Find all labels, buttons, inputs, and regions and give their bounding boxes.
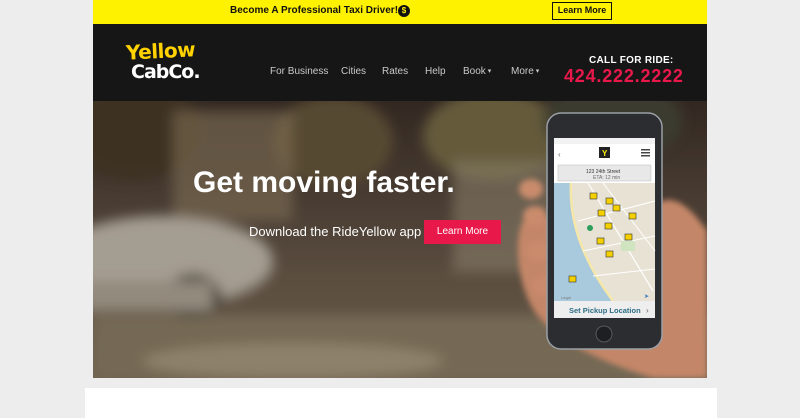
promo-text: Become A Professional Taxi Driver! [230, 5, 399, 16]
hero-banner: Y ‹ Legal ➤ › 123 24th Street ETA: 12 mi… [93, 101, 707, 378]
page: Become A Professional Taxi Driver! $ Lea… [93, 0, 707, 378]
content-card [85, 388, 717, 418]
svg-text:Legal: Legal [561, 295, 571, 300]
app-eta-label: ETA: 12 min [593, 175, 621, 181]
chevron-down-icon: ▾ [487, 68, 492, 75]
nav-help[interactable]: Help [425, 66, 446, 77]
nav-book[interactable]: Book ▾ [463, 66, 491, 77]
nav-rates[interactable]: Rates [382, 66, 408, 77]
hero-background-image: Y ‹ Legal ➤ › [93, 101, 707, 378]
app-set-pickup-label: Set Pickup Location [569, 306, 641, 315]
nav-cities[interactable]: Cities [341, 66, 366, 77]
svg-text:Y: Y [602, 149, 608, 158]
svg-text:›: › [646, 306, 649, 315]
nav-more[interactable]: More ▾ [511, 66, 539, 77]
svg-text:‹: ‹ [558, 150, 561, 159]
promo-learn-more-button[interactable]: Learn More [552, 2, 612, 20]
site-header: Yellow CabCo. For Business Cities Rates … [93, 24, 707, 101]
svg-text:➤: ➤ [644, 294, 649, 300]
dollar-icon: $ [398, 5, 410, 17]
call-for-ride-label: CALL FOR RIDE: [589, 55, 674, 66]
hero-learn-more-button[interactable]: Learn More [424, 220, 501, 244]
phone-number-link[interactable]: 424.222.2222 [564, 66, 684, 87]
chevron-down-icon: ▾ [535, 68, 540, 75]
hero-title: Get moving faster. [193, 166, 455, 199]
promo-bar: Become A Professional Taxi Driver! $ Lea… [93, 0, 707, 24]
nav-for-business[interactable]: For Business [270, 66, 328, 77]
hero-subtitle: Download the RideYellow app [249, 224, 422, 239]
